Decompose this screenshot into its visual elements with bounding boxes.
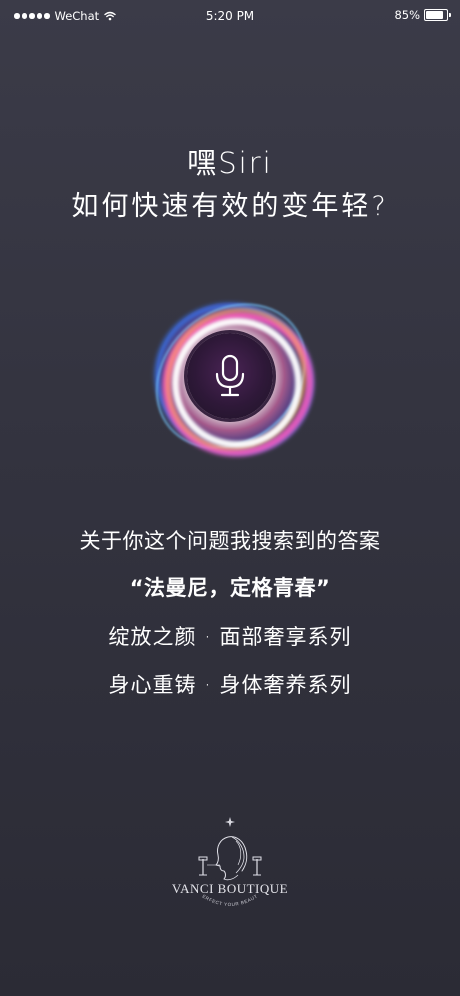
series-facial: 绽放之颜 · 面部奢享系列 — [108, 625, 352, 649]
battery-level-fill — [426, 11, 443, 19]
headline-question: 如何快速有效的变年轻? — [71, 191, 389, 222]
answer-intro: 关于你这个问题我搜索到的答案 — [79, 529, 381, 553]
battery-percent: 85% — [394, 8, 420, 22]
brand-logo: VANCI BOUTIQUE PERFECT YOUR BEAUTY — [160, 815, 300, 915]
status-time: 5:20 PM — [205, 9, 255, 23]
status-bar: WeChat 5:20 PM 85% — [0, 0, 460, 34]
sparkle-icon — [225, 817, 235, 827]
series-body: 身心重铸 · 身体奢养系列 — [108, 673, 352, 697]
brand-name: VANCI BOUTIQUE — [172, 881, 288, 896]
headline-greeting: 嘿Siri — [187, 146, 273, 180]
microphone-button[interactable] — [187, 333, 273, 419]
microphone-icon — [215, 354, 245, 397]
siri-orb — [126, 273, 338, 481]
logo-emblem: VANCI BOUTIQUE PERFECT YOUR BEAUTY — [160, 815, 288, 907]
brand-slogan: “法曼尼，定格青春” — [129, 576, 331, 600]
status-bar-right: 85% — [394, 8, 451, 22]
question-headline: 嘿Siri 如何快速有效的变年轻? — [0, 141, 460, 229]
battery-icon — [424, 9, 451, 21]
